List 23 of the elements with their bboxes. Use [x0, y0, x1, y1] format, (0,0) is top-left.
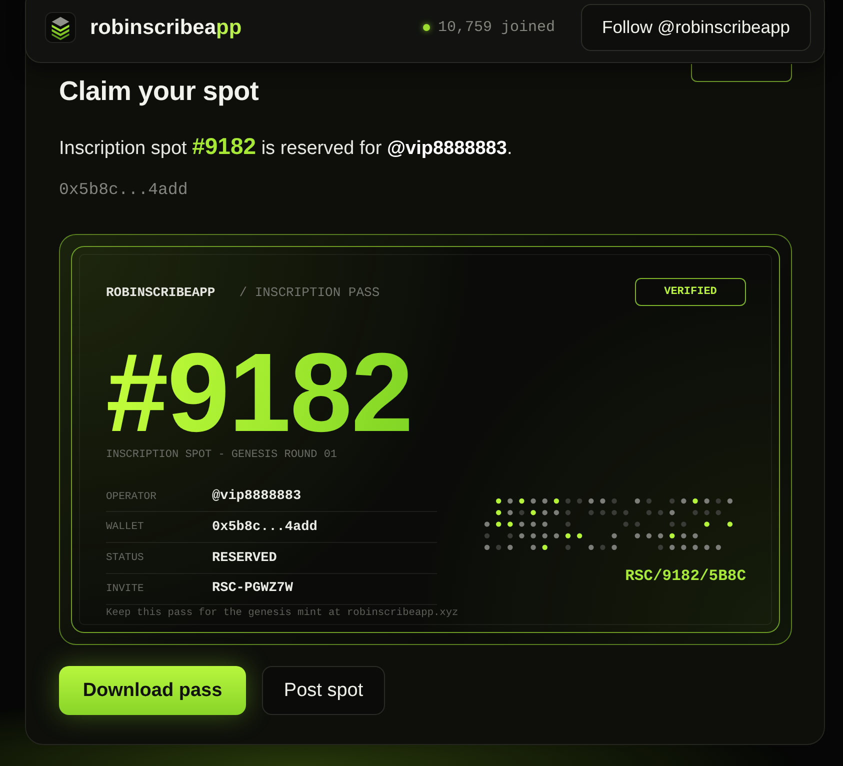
- status-dot-icon: [422, 24, 430, 31]
- app-logo-icon: [45, 12, 76, 43]
- joined-count: 10,759 joined: [438, 19, 555, 36]
- pass-subtitle: / INSCRIPTION PASS: [239, 284, 380, 300]
- verified-badge: VERIFIED: [635, 278, 746, 306]
- field-value: RSC-PGWZ7W: [212, 581, 294, 596]
- field-label: OPERATOR: [106, 490, 158, 503]
- field-value: 0x5b8c...4add: [212, 520, 318, 535]
- post-button[interactable]: Post spot: [262, 666, 385, 715]
- field-value: RESERVED: [212, 550, 278, 566]
- pass-code: RSC/9182/5B8C: [625, 568, 746, 584]
- wallet-address: 0x5b8c...4add: [59, 179, 189, 201]
- download-button[interactable]: Download pass: [59, 666, 246, 715]
- page-title: Claim your spot: [59, 75, 259, 107]
- follow-button[interactable]: Follow @robinscribeapp: [581, 4, 811, 51]
- field-label: WALLET: [106, 521, 145, 534]
- pass-note: Keep this pass for the genesis mint at robinscribeapp.xyz: [106, 606, 460, 620]
- pass-brand: ROBINSCRIBEAPP: [106, 284, 216, 300]
- reservation-message: Inscription spot #9182 is reserved for @vip8888883.: [59, 132, 514, 161]
- field-label: STATUS: [106, 552, 145, 564]
- field-label: INVITE: [106, 582, 145, 595]
- field-value: @vip8888883: [212, 489, 302, 504]
- spot-caption: INSCRIPTION SPOT - GENESIS ROUND 01: [106, 448, 338, 462]
